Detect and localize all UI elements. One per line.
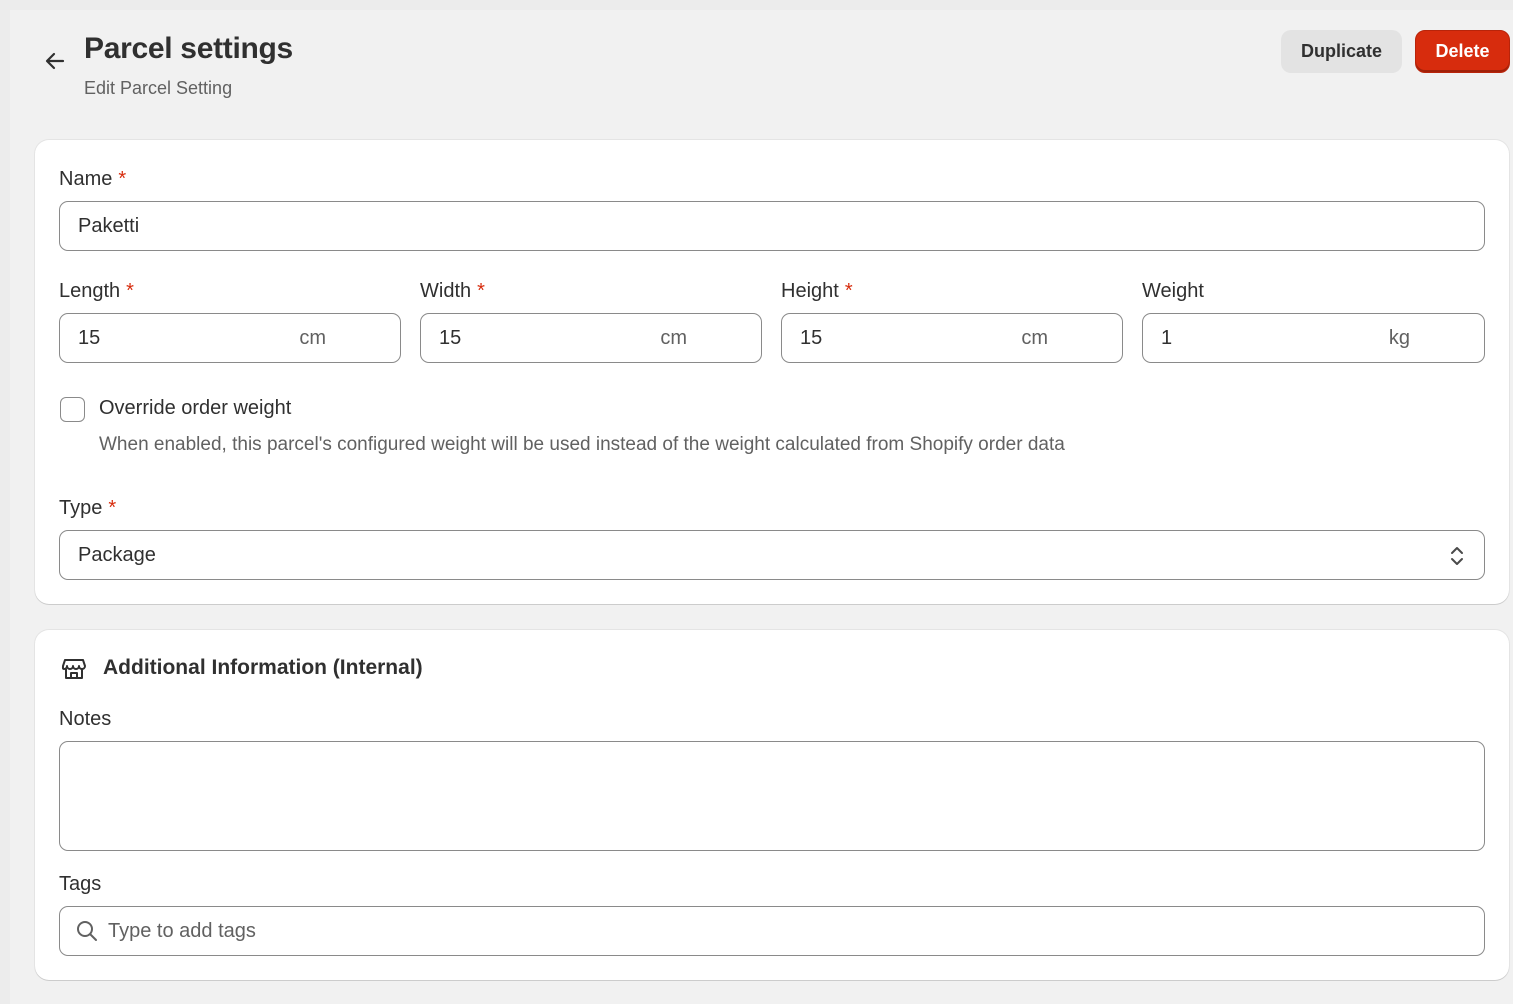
tags-input[interactable]: Type to add tags bbox=[59, 906, 1485, 956]
page: Parcel settings Edit Parcel Setting Dupl… bbox=[10, 10, 1513, 1004]
tags-placeholder: Type to add tags bbox=[108, 919, 256, 942]
additional-info-card: Additional Information (Internal) Notes … bbox=[35, 630, 1509, 980]
notes-textarea[interactable] bbox=[59, 741, 1485, 851]
back-button[interactable] bbox=[40, 46, 70, 76]
weight-label: Weight bbox=[1142, 280, 1204, 302]
length-label: Length * bbox=[59, 280, 134, 302]
width-unit: cm bbox=[660, 326, 687, 349]
tags-label: Tags bbox=[59, 873, 102, 895]
required-mark: * bbox=[844, 280, 853, 302]
type-value: Package bbox=[78, 543, 156, 566]
arrow-left-icon bbox=[45, 52, 65, 70]
width-label: Width * bbox=[420, 280, 485, 302]
required-mark: * bbox=[477, 280, 485, 302]
length-value: 15 bbox=[78, 326, 101, 349]
width-input[interactable]: 15 cm bbox=[420, 313, 762, 363]
type-label: Type * bbox=[59, 497, 117, 519]
duplicate-button[interactable]: Duplicate bbox=[1281, 30, 1402, 73]
height-label: Height * bbox=[781, 280, 853, 302]
length-input[interactable]: 15 cm bbox=[59, 313, 401, 363]
name-input[interactable]: Paketti bbox=[59, 201, 1485, 251]
page-title: Parcel settings bbox=[84, 32, 293, 65]
chevron-up-down-icon bbox=[1451, 547, 1463, 565]
parcel-details-card: Name * Paketti Length * 15 cm Width * 15 cm… bbox=[35, 140, 1509, 604]
section-title: Additional Information (Internal) bbox=[103, 656, 423, 679]
store-icon bbox=[61, 659, 86, 679]
height-unit: cm bbox=[1021, 326, 1048, 349]
width-value: 15 bbox=[439, 326, 462, 349]
notes-label: Notes bbox=[59, 708, 112, 730]
required-mark: * bbox=[126, 280, 134, 302]
search-icon bbox=[77, 921, 97, 941]
weight-unit: kg bbox=[1388, 326, 1410, 349]
name-label: Name * bbox=[59, 168, 127, 190]
required-mark: * bbox=[108, 497, 117, 519]
name-value: Paketti bbox=[78, 214, 140, 237]
height-input[interactable]: 15 cm bbox=[781, 313, 1123, 363]
weight-value: 1 bbox=[1161, 326, 1173, 349]
override-weight-help: When enabled, this parcel's configured w… bbox=[99, 434, 1065, 455]
weight-input[interactable]: 1 kg bbox=[1142, 313, 1485, 363]
delete-button[interactable]: Delete bbox=[1415, 30, 1510, 73]
height-value: 15 bbox=[800, 326, 823, 349]
length-unit: cm bbox=[299, 326, 326, 349]
override-weight-label[interactable]: Override order weight bbox=[99, 397, 291, 420]
type-select[interactable]: Package bbox=[59, 530, 1485, 580]
page-subtitle: Edit Parcel Setting bbox=[84, 78, 233, 98]
override-weight-checkbox[interactable] bbox=[60, 397, 85, 422]
required-mark: * bbox=[118, 168, 127, 190]
